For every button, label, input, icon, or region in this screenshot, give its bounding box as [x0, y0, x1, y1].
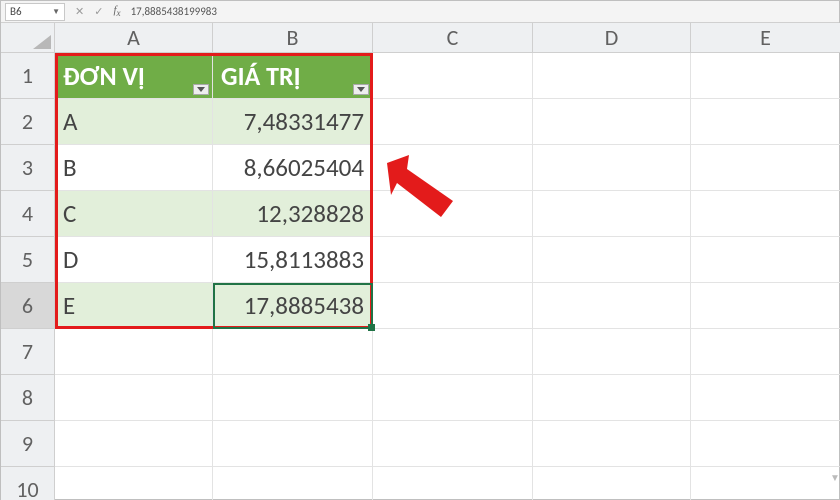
cell-c4[interactable]: [373, 191, 533, 237]
cell-c9[interactable]: [373, 421, 533, 467]
column-header-b[interactable]: B: [213, 23, 373, 53]
row-1: 1 ĐƠN VỊ GIÁ TRỊ: [1, 53, 839, 99]
column-header-e[interactable]: E: [691, 23, 840, 53]
cell-c2[interactable]: [373, 99, 533, 145]
chevron-down-icon[interactable]: ▼: [52, 7, 60, 17]
cell-a8[interactable]: [55, 375, 213, 421]
cell-c3[interactable]: [373, 145, 533, 191]
cell-c1[interactable]: [373, 53, 533, 99]
row-10: 10: [1, 467, 839, 500]
cell-c7[interactable]: [373, 329, 533, 375]
cell-e3[interactable]: [691, 145, 840, 191]
cancel-icon[interactable]: ✕: [75, 5, 84, 18]
cell-c6[interactable]: [373, 283, 533, 329]
row-7: 7: [1, 329, 839, 375]
row-header-5[interactable]: 5: [1, 237, 55, 283]
table-header-value[interactable]: GIÁ TRỊ: [213, 53, 373, 99]
cell-e4[interactable]: [691, 191, 840, 237]
scroll-down-icon[interactable]: ▼: [830, 471, 838, 483]
column-header-a[interactable]: A: [55, 23, 213, 53]
cell-a4[interactable]: C: [55, 191, 213, 237]
cell-d10[interactable]: [533, 467, 691, 500]
cell-d7[interactable]: [533, 329, 691, 375]
row-header-6[interactable]: 6: [1, 283, 55, 329]
row-5: 5 D 15,8113883: [1, 237, 839, 283]
table-header-unit[interactable]: ĐƠN VỊ: [55, 53, 213, 99]
cell-b4[interactable]: 12,328828: [213, 191, 373, 237]
cell-d3[interactable]: [533, 145, 691, 191]
cell-a7[interactable]: [55, 329, 213, 375]
row-header-2[interactable]: 2: [1, 99, 55, 145]
row-4: 4 C 12,328828: [1, 191, 839, 237]
cell-b3[interactable]: 8,66025404: [213, 145, 373, 191]
cell-d8[interactable]: [533, 375, 691, 421]
cell-e5[interactable]: [691, 237, 840, 283]
cell-b6[interactable]: 17,8885438: [213, 283, 373, 329]
cell-a9[interactable]: [55, 421, 213, 467]
row-header-3[interactable]: 3: [1, 145, 55, 191]
column-header-c[interactable]: C: [373, 23, 533, 53]
formula-bar-value[interactable]: 17,8885438199983: [131, 5, 217, 18]
enter-icon[interactable]: ✓: [94, 5, 103, 18]
cell-d1[interactable]: [533, 53, 691, 99]
cell-b9[interactable]: [213, 421, 373, 467]
cell-c8[interactable]: [373, 375, 533, 421]
formula-bar: B6 ▼ ✕ ✓ fx 17,8885438199983: [1, 1, 839, 23]
cell-d5[interactable]: [533, 237, 691, 283]
spreadsheet-grid: A B C D E 1 ĐƠN VỊ GIÁ TRỊ 2 A 7,4833147…: [1, 23, 839, 500]
row-2: 2 A 7,48331477: [1, 99, 839, 145]
name-box-value: B6: [10, 5, 22, 18]
column-header-row: A B C D E: [1, 23, 839, 53]
cell-b10[interactable]: [213, 467, 373, 500]
cell-a5[interactable]: D: [55, 237, 213, 283]
name-box[interactable]: B6 ▼: [5, 3, 65, 21]
row-header-8[interactable]: 8: [1, 375, 55, 421]
fx-icon[interactable]: fx: [113, 4, 120, 18]
formula-bar-buttons: ✕ ✓ fx: [65, 4, 131, 18]
row-header-7[interactable]: 7: [1, 329, 55, 375]
cell-a6[interactable]: E: [55, 283, 213, 329]
row-header-10[interactable]: 10: [1, 467, 55, 500]
cell-e7[interactable]: [691, 329, 840, 375]
filter-button-unit[interactable]: [193, 84, 209, 95]
table-header-unit-label: ĐƠN VỊ: [63, 60, 145, 92]
cell-a10[interactable]: [55, 467, 213, 500]
cell-e9[interactable]: [691, 421, 840, 467]
cell-b5[interactable]: 15,8113883: [213, 237, 373, 283]
cell-d6[interactable]: [533, 283, 691, 329]
row-3: 3 B 8,66025404: [1, 145, 839, 191]
cell-e1[interactable]: [691, 53, 840, 99]
row-9: 9: [1, 421, 839, 467]
cell-d9[interactable]: [533, 421, 691, 467]
cell-a3[interactable]: B: [55, 145, 213, 191]
cell-b7[interactable]: [213, 329, 373, 375]
cell-d4[interactable]: [533, 191, 691, 237]
cell-c10[interactable]: [373, 467, 533, 500]
table-header-value-label: GIÁ TRỊ: [221, 60, 301, 92]
row-8: 8: [1, 375, 839, 421]
row-header-9[interactable]: 9: [1, 421, 55, 467]
cell-b8[interactable]: [213, 375, 373, 421]
cell-b2[interactable]: 7,48331477: [213, 99, 373, 145]
filter-button-value[interactable]: [353, 84, 369, 95]
row-header-4[interactable]: 4: [1, 191, 55, 237]
cell-e2[interactable]: [691, 99, 840, 145]
cell-a2[interactable]: A: [55, 99, 213, 145]
row-header-1[interactable]: 1: [1, 53, 55, 99]
select-all-corner[interactable]: [1, 23, 55, 53]
cell-e10[interactable]: [691, 467, 840, 500]
cell-c5[interactable]: [373, 237, 533, 283]
cell-d2[interactable]: [533, 99, 691, 145]
column-header-d[interactable]: D: [533, 23, 691, 53]
cell-e8[interactable]: [691, 375, 840, 421]
cell-e6[interactable]: [691, 283, 840, 329]
row-6: 6 E 17,8885438: [1, 283, 839, 329]
